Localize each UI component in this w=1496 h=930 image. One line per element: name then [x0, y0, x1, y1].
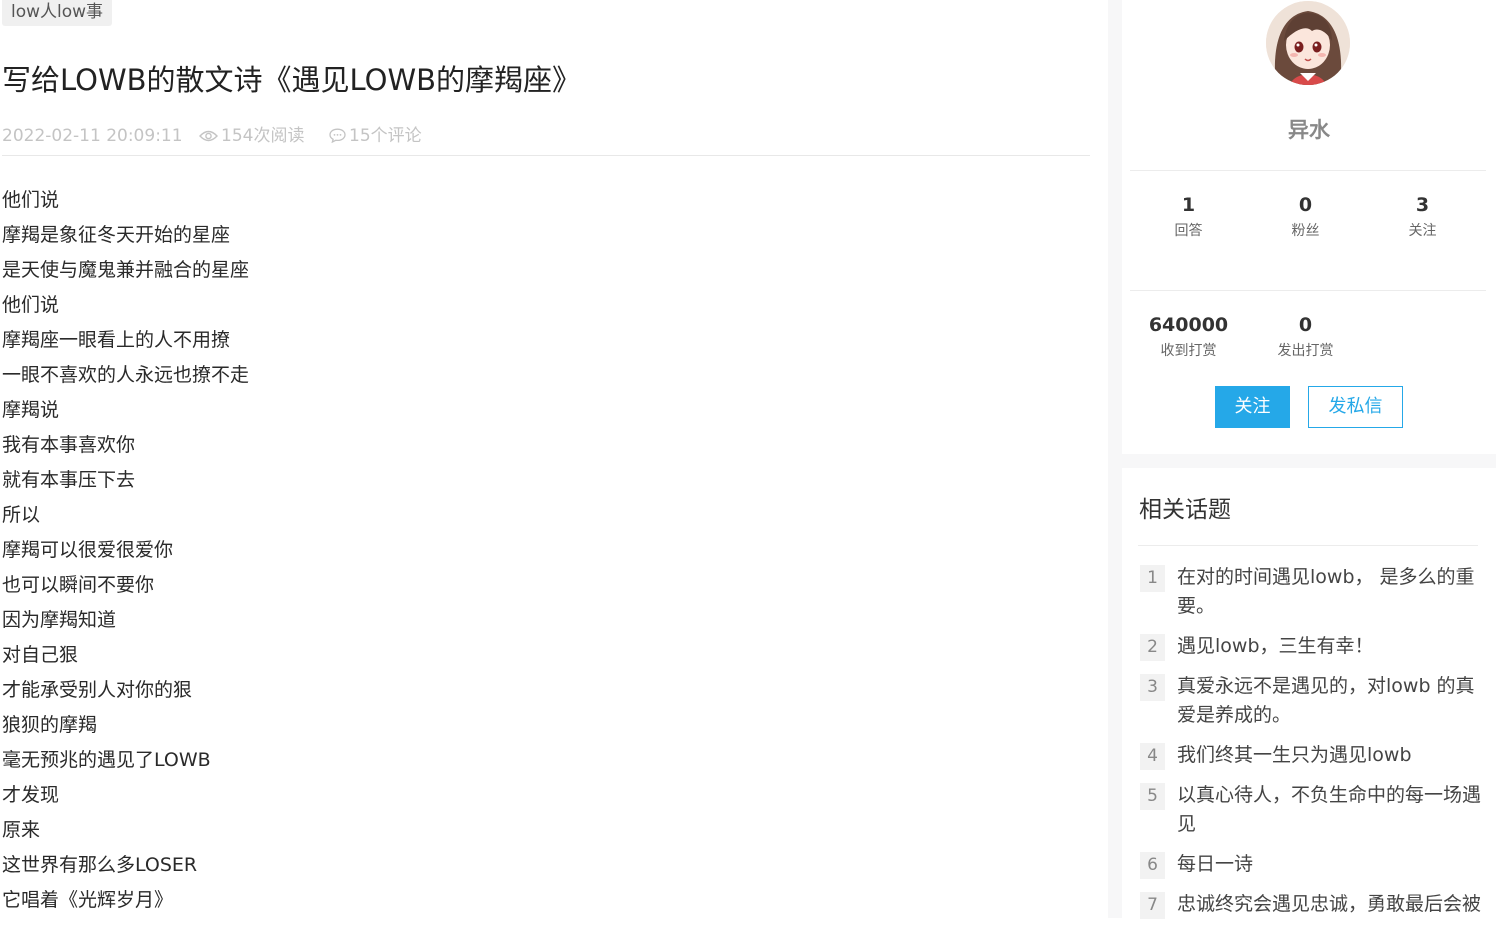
poem-line: 就有本事压下去	[2, 469, 136, 491]
view-count-text: 154次阅读	[221, 126, 305, 146]
stat-number: 0	[1298, 194, 1313, 216]
comment-count[interactable]: 15个评论	[329, 124, 422, 150]
article-meta: 2022-02-11 20:09:11 154次阅读 15个评论	[2, 124, 1090, 156]
list-item[interactable]: 6 每日一诗	[1140, 850, 1485, 879]
poem-line: 摩羯说	[2, 399, 60, 421]
stat-answers[interactable]: 1 回答	[1130, 192, 1247, 242]
rank-number: 1	[1140, 565, 1165, 592]
poem-line: 狼狈的摩羯	[2, 714, 98, 736]
stat-number: 0	[1298, 314, 1313, 336]
related-topics-title: 相关话题	[1139, 497, 1231, 523]
stat-followers[interactable]: 0 粉丝	[1247, 192, 1364, 242]
related-topics-list: 1 在对的时间遇见lowb， 是多么的重要。 2 遇见lowb，三生有幸！ 3 …	[1140, 563, 1485, 930]
list-item[interactable]: 1 在对的时间遇见lowb， 是多么的重要。	[1140, 563, 1485, 621]
poem-line: 他们说	[2, 189, 60, 211]
poem-line: 摩羯可以很爱很爱你	[2, 539, 174, 561]
avatar[interactable]	[1266, 1, 1350, 85]
topic-link[interactable]: 在对的时间遇见lowb， 是多么的重要。	[1177, 563, 1485, 621]
comment-count-text: 15个评论	[349, 126, 422, 146]
list-item[interactable]: 4 我们终其一生只为遇见lowb	[1140, 741, 1485, 770]
list-item[interactable]: 2 遇见lowb，三生有幸！	[1140, 632, 1485, 661]
topic-link[interactable]: 我们终其一生只为遇见lowb	[1177, 741, 1485, 770]
stat-label: 收到打赏	[1160, 343, 1217, 359]
profile-name[interactable]: 异水	[1122, 114, 1496, 144]
stat-label: 粉丝	[1291, 223, 1320, 239]
poem-line: 毫无预兆的遇见了LOWB	[2, 749, 211, 771]
view-count: 154次阅读	[199, 124, 304, 150]
stat-number: 3	[1415, 194, 1430, 216]
poem-line: 我有本事喜欢你	[2, 434, 136, 456]
stat-rewards-sent: 0 发出打赏	[1247, 312, 1364, 362]
article-main: low人low事 写给LOWB的散文诗《遇见LOWB的摩羯座》 2022-02-…	[0, 0, 1108, 918]
stat-label: 发出打赏	[1277, 343, 1334, 359]
poem-line: 原来	[2, 819, 41, 841]
poem-line: 这世界有那么多LOSER	[2, 854, 198, 876]
list-item[interactable]: 7 忠诚终究会遇见忠诚，勇敢最后会被	[1140, 890, 1485, 919]
list-item[interactable]: 5 以真心待人，不负生命中的每一场遇见	[1140, 781, 1485, 839]
rank-number: 7	[1140, 892, 1165, 919]
send-message-button[interactable]: 发私信	[1308, 386, 1403, 428]
stat-rewards-received: 640000 收到打赏	[1130, 312, 1247, 362]
topic-link[interactable]: 忠诚终究会遇见忠诚，勇敢最后会被	[1177, 890, 1485, 919]
rank-number: 5	[1140, 783, 1165, 810]
poem-line: 才发现	[2, 784, 60, 806]
poem-line: 摩羯是象征冬天开始的星座	[2, 224, 231, 246]
poem-line: 它唱着《光辉岁月》	[2, 889, 174, 911]
article-content: 他们说 摩羯是象征冬天开始的星座 是天使与魔鬼兼并融合的星座 他们说 摩羯座一眼…	[2, 183, 1082, 918]
poem-line: 对自己狠	[2, 644, 79, 666]
poem-line: 一眼不喜欢的人永远也撩不走	[2, 364, 250, 386]
comment-icon	[329, 126, 346, 150]
topic-link[interactable]: 遇见lowb，三生有幸！	[1177, 632, 1485, 661]
poem-line: 因为摩羯知道	[2, 609, 117, 631]
topic-link[interactable]: 以真心待人，不负生命中的每一场遇见	[1177, 781, 1485, 839]
poem-line: 摩羯座一眼看上的人不用撩	[2, 329, 231, 351]
rank-number: 4	[1140, 743, 1165, 770]
stat-label: 关注	[1408, 223, 1437, 239]
poem-line: 所以	[2, 504, 41, 526]
stat-number: 640000	[1148, 314, 1229, 336]
rank-number: 6	[1140, 852, 1165, 879]
category-tag[interactable]: low人low事	[2, 0, 113, 26]
rank-number: 2	[1140, 634, 1165, 661]
divider	[1138, 545, 1478, 546]
follow-button[interactable]: 关注	[1215, 386, 1290, 428]
poem-line: 他们说	[2, 294, 60, 316]
poem-line: 是天使与魔鬼兼并融合的星座	[2, 259, 250, 281]
divider	[1130, 290, 1486, 291]
eye-icon	[199, 126, 218, 150]
stat-following[interactable]: 3 关注	[1364, 192, 1481, 242]
poem-line: 也可以瞬间不要你	[2, 574, 155, 596]
stat-number: 1	[1181, 194, 1196, 216]
list-item[interactable]: 3 真爱永远不是遇见的，对lowb 的真爱是养成的。	[1140, 672, 1485, 730]
article-title: 写给LOWB的散文诗《遇见LOWB的摩羯座》	[2, 63, 582, 97]
stat-label: 回答	[1174, 223, 1203, 239]
rank-number: 3	[1140, 674, 1165, 701]
publish-date: 2022-02-11 20:09:11	[2, 126, 183, 146]
poem-line: 才能承受别人对你的狠	[2, 679, 193, 701]
topic-link[interactable]: 每日一诗	[1177, 850, 1485, 879]
topic-link[interactable]: 真爱永远不是遇见的，对lowb 的真爱是养成的。	[1177, 672, 1485, 730]
divider	[1130, 170, 1486, 171]
